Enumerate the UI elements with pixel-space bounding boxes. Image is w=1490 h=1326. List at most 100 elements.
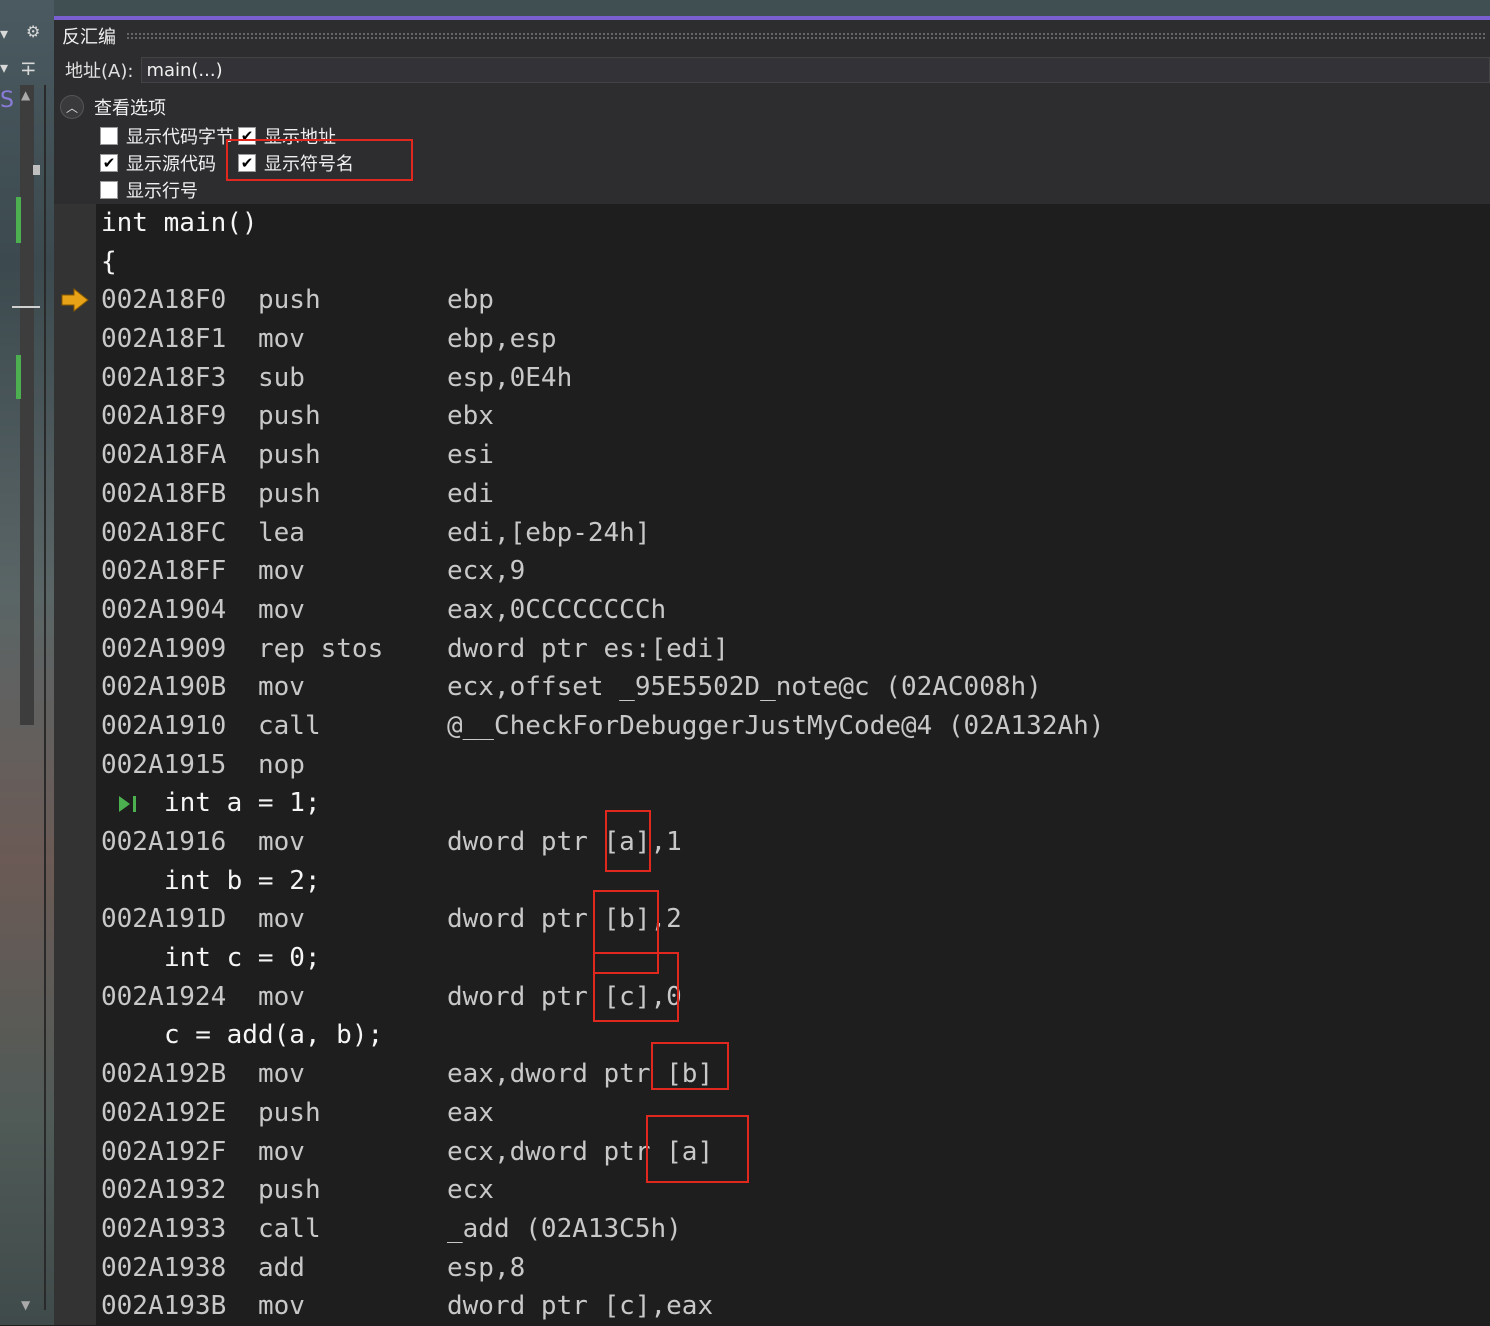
instruction-opcode: nop [258, 749, 305, 780]
source-line[interactable]: c = add(a, b); [101, 1016, 1481, 1055]
instruction-address: 002A192B [101, 1059, 227, 1090]
editor-glyph: S [0, 88, 14, 113]
disassembly-view[interactable]: int main() {002A18F0 push ebp 002A18F1 mov ebp… [54, 204, 1490, 1325]
source-line[interactable]: int c = 0; [101, 939, 1481, 978]
instruction-address: 002A18FF [101, 556, 227, 587]
scrollbar-thumb[interactable] [33, 165, 40, 175]
instruction-opcode: mov [258, 1136, 305, 1167]
left-editor-strip: ▾ ⚙ ∓ ▾ S ▲ ▼ [0, 0, 54, 1325]
instruction-opcode: mov [258, 1291, 305, 1322]
change-marker [16, 355, 21, 399]
title-grip[interactable] [126, 32, 1486, 40]
code-lines: int main() {002A18F0 push ebp 002A18F1 mov ebp… [101, 204, 1481, 1326]
view-options-header[interactable]: ︿ 查看选项 [60, 94, 166, 120]
source-text: { [101, 246, 117, 277]
dropdown-arrow-icon[interactable]: ▾ [0, 58, 8, 77]
asm-line[interactable]: 002A1924 mov dword ptr [c],0 [101, 978, 1481, 1017]
source-line[interactable]: { [101, 243, 1481, 282]
asm-line[interactable]: 002A18F9 push ebx [101, 397, 1481, 436]
checkbox-label: 显示行号 [126, 181, 198, 202]
asm-line[interactable]: 002A18FC lea edi,[ebp-24h] [101, 514, 1481, 553]
instruction-opcode: push [258, 1097, 321, 1128]
highlight-box [593, 952, 679, 1022]
asm-line[interactable]: 002A193B mov dword ptr [c],eax [101, 1287, 1481, 1326]
asm-line[interactable]: 002A18F3 sub esp,0E4h [101, 359, 1481, 398]
gear-icon[interactable]: ⚙ [26, 22, 40, 41]
instruction-address: 002A1916 [101, 827, 227, 857]
source-text: c = add(a, b); [164, 1020, 384, 1051]
instruction-opcode: push [258, 285, 321, 316]
dropdown-arrow-icon[interactable]: ▾ [0, 24, 8, 43]
instruction-operands: ebp,esp [447, 324, 557, 355]
check-icon[interactable]: ✔ [100, 154, 118, 172]
asm-line[interactable]: 002A18FF mov ecx,9 [101, 552, 1481, 591]
instruction-operands: esp,0E4h [447, 362, 573, 393]
instruction-operands: esi [447, 440, 494, 471]
checkbox-label: 显示源代码 [126, 154, 216, 175]
checkbox-box[interactable] [100, 181, 118, 199]
vertical-scrollbar[interactable] [20, 85, 34, 725]
asm-line[interactable]: 002A1932 push ecx [101, 1171, 1481, 1210]
asm-line[interactable]: 002A1904 mov eax,0CCCCCCCCh [101, 591, 1481, 630]
asm-line[interactable]: 002A192F mov ecx,dword ptr [a] [101, 1133, 1481, 1172]
source-text: int c = 0; [164, 943, 321, 974]
instruction-operands: ecx,offset _95E5502D_note@c (02AC008h) [447, 672, 1042, 703]
split-icon[interactable]: ∓ [20, 56, 37, 80]
asm-line[interactable]: 002A1938 add esp,8 [101, 1249, 1481, 1288]
instruction-operands: eax,0CCCCCCCCh [447, 594, 667, 625]
instruction-opcode: lea [258, 517, 305, 548]
asm-line[interactable]: 002A18FA push esi [101, 436, 1481, 475]
asm-line[interactable]: 002A1910 call @__CheckForDebuggerJustMyCod… [101, 707, 1481, 746]
address-row: 地址(A): main(...) [54, 52, 1490, 88]
instruction-opcode: mov [258, 594, 305, 625]
instruction-address: 002A18F1 [101, 324, 227, 355]
instruction-operands: eax [447, 1097, 494, 1128]
collapse-chevron-icon[interactable]: ︿ [60, 95, 84, 119]
asm-line[interactable]: 002A18F0 push ebp [101, 281, 1481, 320]
instruction-address: 002A18FC [101, 517, 227, 548]
source-line[interactable]: int b = 2; [101, 862, 1481, 901]
window-title-bar[interactable]: 反汇编 [54, 20, 1490, 52]
instruction-opcode: sub [258, 362, 305, 393]
current-instruction-arrow-icon [61, 288, 89, 312]
checkbox-box[interactable] [100, 127, 118, 145]
instruction-operands: edi,[ebp-24h] [447, 517, 651, 548]
checkbox-show-code-bytes[interactable]: 显示代码字节 [100, 123, 234, 149]
scroll-up-icon[interactable]: ▲ [21, 88, 30, 102]
address-input[interactable]: main(...) [141, 57, 1490, 83]
source-line[interactable]: int main() [101, 204, 1481, 243]
address-label: 地址(A): [65, 61, 134, 82]
asm-line[interactable]: 002A192E push eax [101, 1094, 1481, 1133]
instruction-operands: dword ptr es:[edi] [447, 633, 729, 664]
run-to-cursor-icon[interactable] [117, 795, 139, 813]
instruction-address: 002A190B [101, 672, 227, 703]
asm-line[interactable]: 002A192B mov eax,dword ptr [b] [101, 1055, 1481, 1094]
asm-line[interactable]: 002A1915 nop [101, 746, 1481, 785]
source-text: int main() [101, 208, 258, 238]
window-title: 反汇编 [62, 27, 116, 48]
instruction-operands: edi [447, 478, 494, 509]
instruction-operands: esp,8 [447, 1252, 526, 1283]
instruction-address: 002A1904 [101, 594, 227, 625]
asm-line[interactable]: 002A191D mov dword ptr [b],2 [101, 900, 1481, 939]
instruction-opcode: call [258, 1213, 321, 1244]
instruction-address: 002A18F0 [101, 285, 227, 316]
asm-line[interactable]: 002A1909 rep stos dword ptr es:[edi] [101, 630, 1481, 669]
asm-line[interactable]: 002A1933 call _add (02A13C5h) [101, 1210, 1481, 1249]
instruction-opcode: mov [258, 1059, 305, 1090]
highlight-box [226, 139, 413, 181]
asm-line[interactable]: 002A18F1 mov ebp,esp [101, 320, 1481, 359]
highlight-box [605, 810, 651, 872]
source-line[interactable]: int a = 1; [101, 784, 1481, 823]
instruction-opcode: mov [258, 827, 305, 857]
instruction-address: 002A18F3 [101, 362, 227, 393]
asm-line[interactable]: 002A18FB push edi [101, 475, 1481, 514]
indicator-margin[interactable] [54, 204, 96, 1325]
checkbox-show-source[interactable]: ✔ 显示源代码 [100, 150, 216, 176]
scroll-down-icon[interactable]: ▼ [21, 1298, 30, 1312]
asm-line[interactable]: 002A1916 mov dword ptr [a],1 [101, 823, 1481, 862]
checkbox-show-line-numbers[interactable]: 显示行号 [100, 177, 198, 203]
instruction-operands: ecx [447, 1175, 494, 1206]
highlight-box [646, 1115, 749, 1183]
asm-line[interactable]: 002A190B mov ecx,offset _95E5502D_note@c (… [101, 668, 1481, 707]
